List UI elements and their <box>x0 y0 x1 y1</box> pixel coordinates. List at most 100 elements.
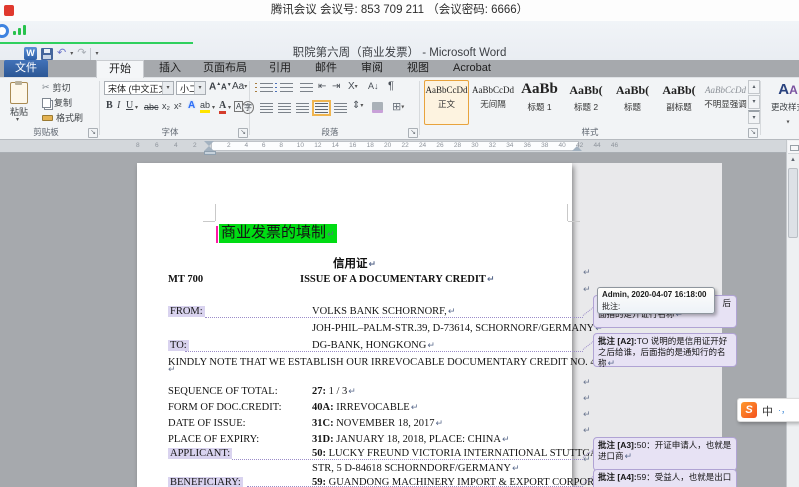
comment-bubble-A2[interactable]: 批注 [A2]:TO 说明的是信用证开好之后给谁，后面指的是通知行的名称 <box>593 333 737 367</box>
doc-line-SEQUENCE OF TOTAL:[interactable]: SEQUENCE OF TOTAL:27: 1 / 3 <box>168 386 588 397</box>
left-indent-marker[interactable] <box>204 151 216 155</box>
style-chip-不明显强调[interactable]: AaBbCcDd不明显强调 <box>703 80 748 125</box>
ruler-number: 40 <box>559 142 566 149</box>
ruler-number: 28 <box>454 142 461 149</box>
right-indent-marker[interactable] <box>572 146 582 151</box>
field-value: STR, 5 D-84618 SCHORNDORF/GERMANY <box>312 463 520 474</box>
document-title-highlighted[interactable]: 商业发票的填制 <box>219 224 337 243</box>
ruler-number: 26 <box>436 142 443 149</box>
doc-line-TO:[interactable]: TO:DG-BANK, HONGKONG <box>168 340 588 351</box>
doc-line-PLACE OF EXPIRY:[interactable]: PLACE OF EXPIRY:31D: JANUARY 18, 2018, P… <box>168 434 588 445</box>
save-button[interactable] <box>41 48 53 60</box>
ruler-number: 4 <box>174 142 178 149</box>
tab-页面布局[interactable]: 页面布局 <box>196 60 254 77</box>
style-chip-无间隔[interactable]: AaBbCcDd无间隔 <box>471 80 516 125</box>
ime-mode-chinese[interactable]: 中 <box>762 403 773 419</box>
field-label: BENEFICIARY: <box>168 477 243 487</box>
undo-button[interactable]: ↶ <box>57 47 66 60</box>
style-name: 标题 <box>611 101 654 113</box>
style-preview: AaBb <box>518 81 561 98</box>
signal-bars-icon <box>13 25 26 35</box>
ruler-number: 18 <box>367 142 374 149</box>
comment-text: 59：受益人，也就是出口 <box>637 472 731 482</box>
styles-group-label: 样式 <box>420 126 760 138</box>
qat-customize-icon[interactable]: ▾ <box>95 50 98 57</box>
vertical-scrollbar[interactable]: ▲ <box>786 140 799 487</box>
field-value: 31D: JANUARY 18, 2018, PLACE: CHINA <box>312 434 509 445</box>
comment-tooltip: Admin, 2020-04-07 16:18:00 批注: <box>597 287 715 314</box>
tooltip-author: Admin, 2020-04-07 16:18:00 <box>602 289 710 301</box>
camera-icon[interactable] <box>0 24 9 38</box>
field-label: APPLICANT: <box>168 448 232 459</box>
style-preview: AaBbCcDd <box>704 85 747 95</box>
field-value: 50: LUCKY FREUND VICTORIA INTERNATIONAL … <box>312 448 624 459</box>
word-app-icon[interactable]: W <box>24 47 37 60</box>
word-window: 腾讯会议 会议号: 853 709 211 （会议密码: 6666） 职院第六周… <box>0 0 799 487</box>
scrollbar-thumb[interactable] <box>788 168 798 238</box>
undo-caret-icon[interactable]: ▾ <box>70 50 73 57</box>
gallery-up-icon[interactable]: ▴ <box>748 80 760 94</box>
change-styles-button[interactable]: AA 更改样式 ▾ <box>766 81 799 131</box>
mt700-line[interactable]: MT 700 ISSUE OF A DOCUMENTARY CREDIT <box>168 274 578 285</box>
ruler-toggle-button[interactable] <box>788 141 799 154</box>
divider <box>90 48 91 60</box>
window-title: 职院第六周（商业发票） - Microsoft Word <box>0 44 799 60</box>
paragraph-mark: ↵ <box>583 285 591 295</box>
style-chip-标题 1[interactable]: AaBb标题 1 <box>517 80 562 125</box>
gallery-expand-icon[interactable]: ▾ <box>748 110 760 124</box>
style-chip-标题 2[interactable]: AaBb(标题 2 <box>564 80 609 125</box>
ruler-number: 32 <box>489 142 496 149</box>
scroll-up-icon[interactable]: ▲ <box>787 154 799 166</box>
tab-审阅[interactable]: 审阅 <box>352 60 392 77</box>
document-heading[interactable]: 信用证 <box>137 255 572 271</box>
ime-toolbar[interactable]: S 中 ·， <box>737 398 799 422</box>
ruler-number: 6 <box>155 142 159 149</box>
meeting-info-text: 腾讯会议 会议号: 853 709 211 （会议密码: 6666） <box>0 0 799 21</box>
ruler-number: 10 <box>297 142 304 149</box>
redo-button[interactable]: ↷ <box>77 47 86 60</box>
comment-bubble-A4[interactable]: 批注 [A4]:59：受益人，也就是出口 <box>593 469 737 487</box>
style-preview: AaBb( <box>611 83 654 98</box>
margin-crop-mark <box>215 204 216 221</box>
doc-line-DATE OF ISSUE:[interactable]: DATE OF ISSUE:31C: NOVEMBER 18, 2017 <box>168 418 588 429</box>
style-chip-标题[interactable]: AaBb( 标题 <box>610 80 655 125</box>
tab-开始[interactable]: 开始 <box>96 60 144 78</box>
comment-prefix: 批注 [A2]: <box>598 336 637 346</box>
horizontal-ruler[interactable]: 8642246810121416182022242628303234363840… <box>0 140 799 153</box>
ruler-number: 4 <box>244 142 248 149</box>
field-label: SEQUENCE OF TOTAL: <box>168 386 278 397</box>
ruler-number: 30 <box>471 142 478 149</box>
ruler-number: 20 <box>384 142 391 149</box>
mt-label: MT 700 <box>168 274 203 285</box>
doc-line-note[interactable]: KINDLY NOTE THAT WE ESTABLISH OUR IRREVO… <box>168 357 588 368</box>
ruler-number: 2 <box>193 142 197 149</box>
margin-crop-mark <box>568 221 580 222</box>
styles-dialog-launcher[interactable]: ↘ <box>748 128 758 138</box>
title-bar: 职院第六周（商业发票） - Microsoft Word W ↶ ▾ ↷ ▾ <box>0 21 799 60</box>
comment-bubble-A3[interactable]: 批注 [A3]:50：开证申请人，也就是进口商 <box>593 437 737 471</box>
tab-插入[interactable]: 插入 <box>150 60 190 77</box>
text-cursor <box>216 226 218 243</box>
tab-文件[interactable]: 文件 <box>4 60 48 77</box>
ruler-number: 22 <box>402 142 409 149</box>
ime-punctuation[interactable]: ·， <box>778 403 790 416</box>
gallery-down-icon[interactable]: ▾ <box>748 95 760 109</box>
ribbon: 粘贴 ▾ ✂ 剪切 复制 格式刷 剪贴板 ↘ 宋体 (中文正文 ▾ <box>0 77 799 140</box>
ruler-number: 34 <box>506 142 513 149</box>
style-chip-副标题[interactable]: AaBb(副标题 <box>657 80 702 125</box>
doc-line-APPLICANT:[interactable]: APPLICANT:50: LUCKY FREUND VICTORIA INTE… <box>168 448 588 459</box>
tab-引用[interactable]: 引用 <box>260 60 300 77</box>
comment-fragment: 后 <box>722 298 731 309</box>
ruler-number: 24 <box>419 142 426 149</box>
ribbon-tab-row: 文件 开始插入页面布局引用邮件审阅视图 Acrobat <box>0 60 799 77</box>
sogou-logo-icon[interactable]: S <box>741 402 757 418</box>
style-preview: AaBbCcDd <box>472 85 515 95</box>
doc-line-FROM:[interactable]: FROM:VOLKS BANK SCHORNORF, <box>168 306 588 317</box>
tab-邮件[interactable]: 邮件 <box>306 60 346 77</box>
doc-line-FORM OF DOC.CREDIT:[interactable]: FORM OF DOC.CREDIT:40A: IRREVOCABLE <box>168 402 588 413</box>
comment-connector <box>205 317 583 318</box>
tab-Acrobat[interactable]: Acrobat <box>444 60 500 77</box>
style-chip-正文[interactable]: AaBbCcDd正文 <box>424 80 469 125</box>
margin-crop-mark <box>567 204 568 221</box>
tab-视图[interactable]: 视图 <box>398 60 438 77</box>
